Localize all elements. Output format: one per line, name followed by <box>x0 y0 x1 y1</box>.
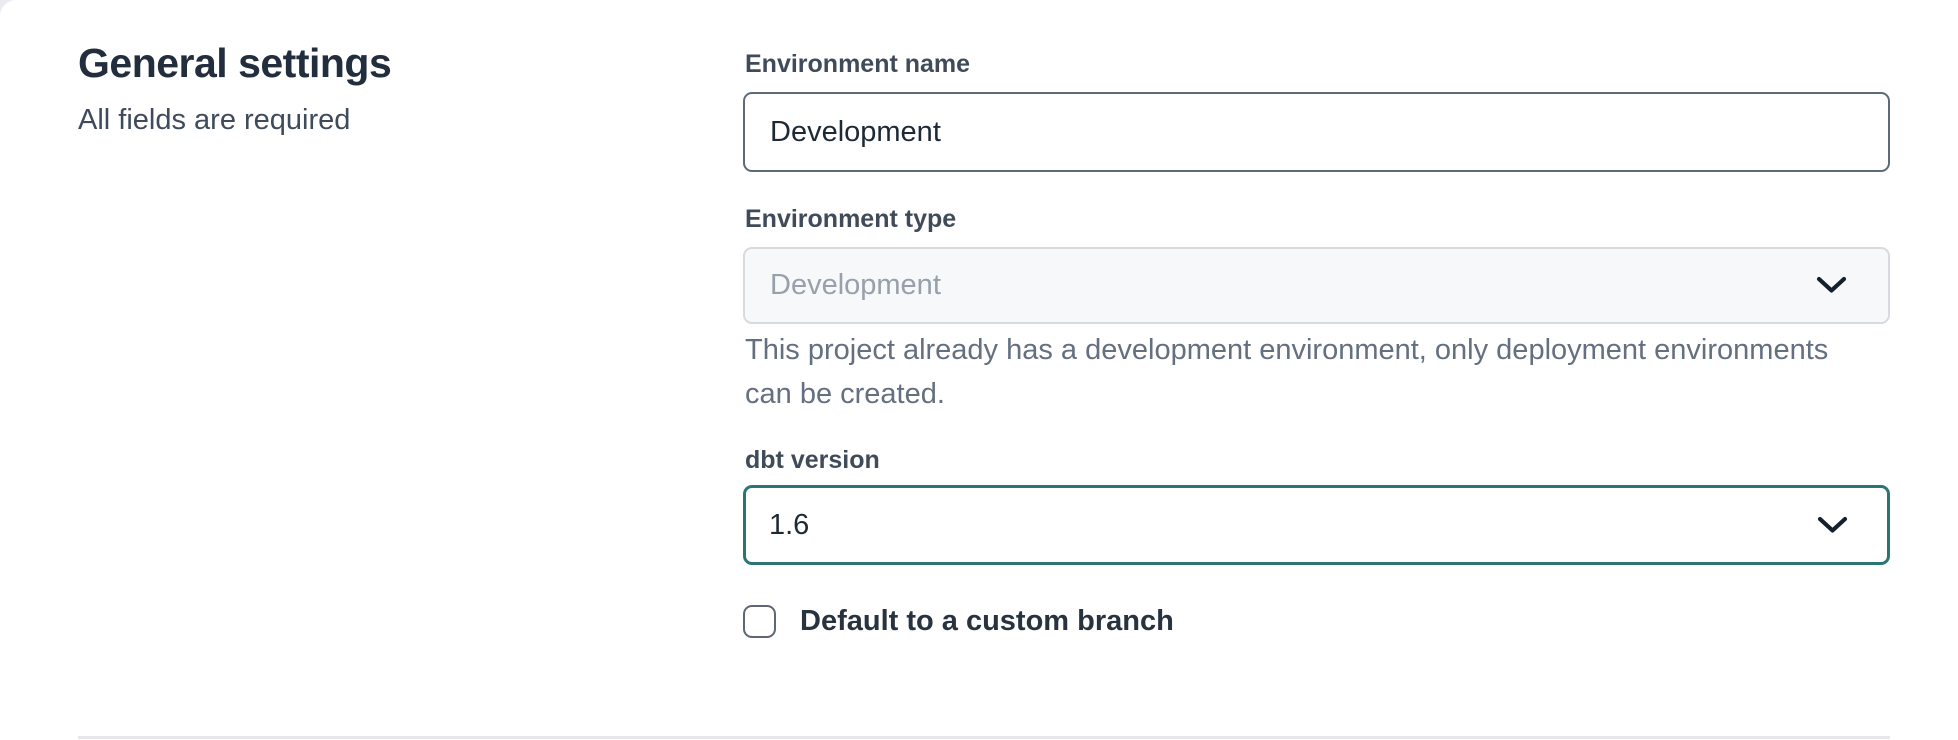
chevron-down-icon <box>1816 276 1847 295</box>
page-subtitle: All fields are required <box>78 104 350 137</box>
page-title: General settings <box>78 40 391 87</box>
environment-name-input[interactable] <box>743 92 1890 172</box>
environment-type-label: Environment type <box>745 205 956 234</box>
custom-branch-label[interactable]: Default to a custom branch <box>800 605 1174 638</box>
section-divider <box>78 736 1890 739</box>
environment-name-label: Environment name <box>745 50 970 79</box>
chevron-down-icon <box>1817 516 1848 535</box>
dbt-version-selected-value: 1.6 <box>769 509 1817 542</box>
custom-branch-checkbox[interactable] <box>743 605 776 638</box>
environment-type-helper-text: This project already has a development e… <box>745 328 1870 416</box>
dbt-version-select[interactable]: 1.6 <box>743 485 1890 565</box>
dbt-version-label: dbt version <box>745 446 880 475</box>
environment-type-selected-value: Development <box>770 269 1816 302</box>
environment-type-select: Development <box>743 247 1890 324</box>
general-settings-form: Environment name Environment type Develo… <box>743 0 1890 740</box>
custom-branch-checkbox-row[interactable]: Default to a custom branch <box>743 605 1174 638</box>
settings-card: General settings All fields are required… <box>0 0 1958 740</box>
